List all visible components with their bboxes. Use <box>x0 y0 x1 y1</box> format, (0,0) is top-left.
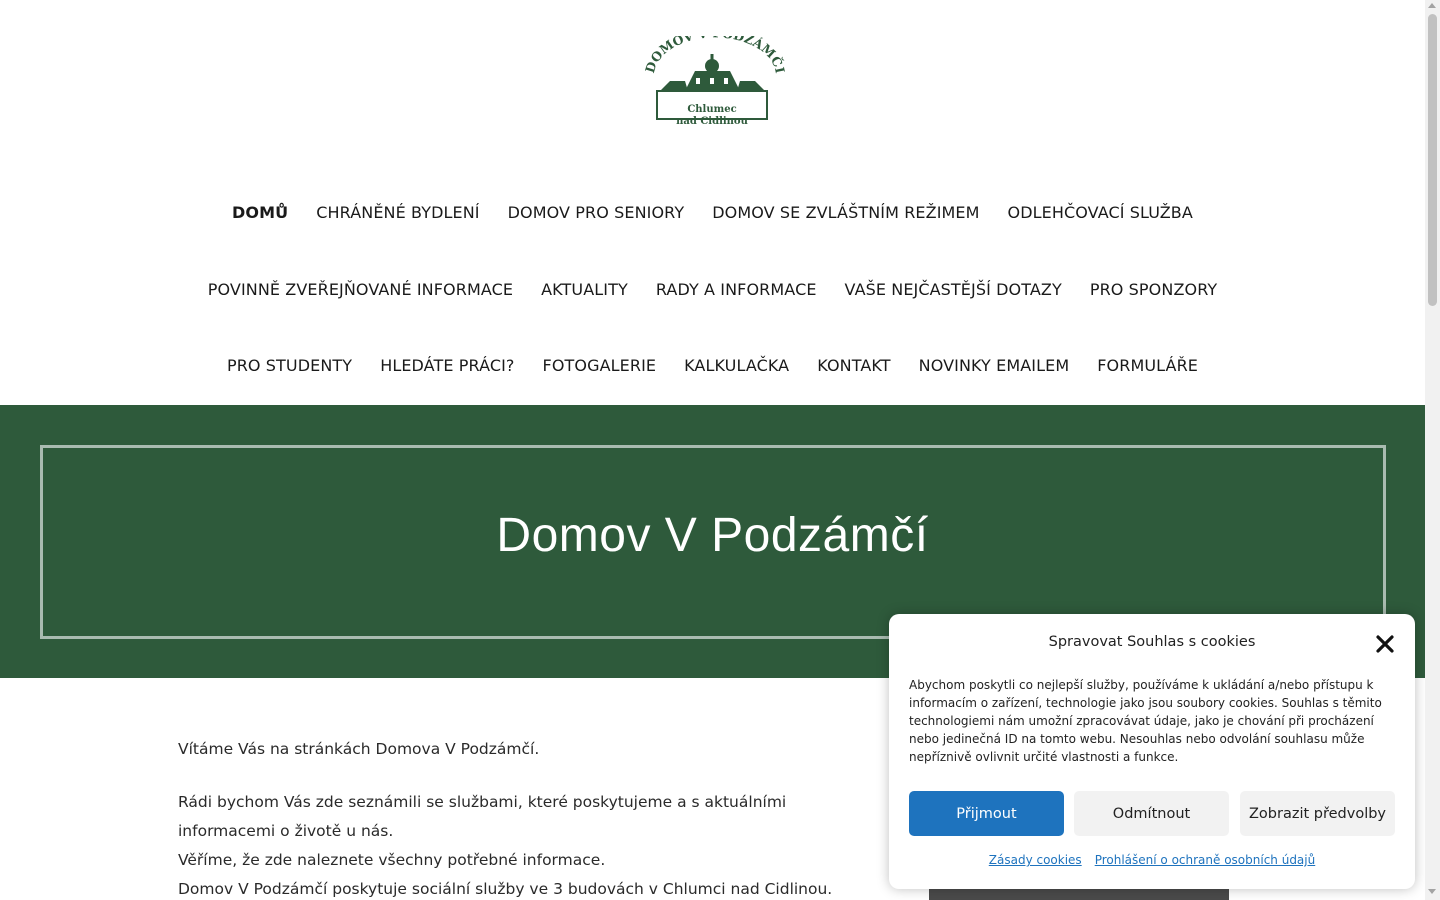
cookie-policy-link[interactable]: Zásady cookies <box>989 853 1082 867</box>
intro-text: Rádi bychom Vás zde seznámili se službam… <box>178 793 787 840</box>
preferences-button[interactable]: Zobrazit předvolby <box>1240 791 1395 836</box>
cookie-links: Zásady cookies Prohlášení o ochraně osob… <box>889 853 1415 867</box>
page-title: Domov V Podzámčí <box>496 509 929 562</box>
logo-line2: nad Cidlinou <box>676 116 748 127</box>
deny-button[interactable]: Odmítnout <box>1074 791 1229 836</box>
nav-item-novinky-emailem[interactable]: NOVINKY EMAILEM <box>919 356 1070 375</box>
scroll-down-arrow-icon[interactable] <box>1428 889 1436 894</box>
nav-item-povinne-zverejnovane-informace[interactable]: POVINNĚ ZVEŘEJŇOVANÉ INFORMACE <box>208 280 513 299</box>
nav-item-domov-pro-seniory[interactable]: DOMOV PRO SENIORY <box>508 203 685 222</box>
scroll-up-arrow-icon[interactable] <box>1428 3 1436 8</box>
nav-item-chranene-bydleni[interactable]: CHRÁNĚNÉ BYDLENÍ <box>316 203 479 222</box>
nav-item-rady-a-informace[interactable]: RADY A INFORMACE <box>656 280 817 299</box>
nav-item-vase-nejcastejsi-dotazy[interactable]: VAŠE NEJČASTĚJŠÍ DOTAZY <box>845 280 1062 299</box>
believe-text: Věříme, že zde naleznete všechny potřebn… <box>178 851 606 869</box>
accept-button[interactable]: Přijmout <box>909 791 1064 836</box>
nav-row-1: DOMŮ CHRÁNĚNÉ BYDLENÍ DOMOV PRO SENIORY … <box>0 203 1425 222</box>
nav-item-domu[interactable]: DOMŮ <box>232 203 288 222</box>
site-logo[interactable]: DOMOV V PODZÁMČÍ Chlumec nad Cidlinou <box>640 36 785 131</box>
nav-item-kalkulacka[interactable]: KALKULAČKA <box>684 356 789 375</box>
scrollbar-thumb[interactable] <box>1428 14 1437 306</box>
page: DOMOV V PODZÁMČÍ Chlumec nad Cidlinou DO… <box>0 0 1425 900</box>
welcome-text: Vítáme Vás na stránkách Domova V Podzámč… <box>178 740 540 758</box>
nav-item-aktuality[interactable]: AKTUALITY <box>541 280 628 299</box>
scrollbar[interactable] <box>1425 0 1440 900</box>
nav-item-kontakt[interactable]: KONTAKT <box>817 356 890 375</box>
logo-line1: Chlumec <box>687 104 736 115</box>
nav-item-domov-se-zvlastnim-rezimem[interactable]: DOMOV SE ZVLÁŠTNÍM REŽIMEM <box>712 203 979 222</box>
nav-item-odlehcovaci-sluzba[interactable]: ODLEHČOVACÍ SLUŽBA <box>1008 203 1193 222</box>
nav-item-hledate-praci[interactable]: HLEDÁTE PRÁCI? <box>380 356 514 375</box>
nav-item-fotogalerie[interactable]: FOTOGALERIE <box>543 356 657 375</box>
main-content: Vítáme Vás na stránkách Domova V Podzámč… <box>178 735 858 900</box>
cookie-dialog-title: Spravovat Souhlas s cookies <box>1048 634 1256 650</box>
nav-item-pro-studenty[interactable]: PRO STUDENTY <box>227 356 352 375</box>
cookie-consent-dialog: Spravovat Souhlas s cookies Abychom posk… <box>889 614 1415 889</box>
privacy-statement-link[interactable]: Prohlášení o ochraně osobních údajů <box>1095 853 1316 867</box>
nav-row-3: PRO STUDENTY HLEDÁTE PRÁCI? FOTOGALERIE … <box>0 356 1425 375</box>
close-icon[interactable] <box>1373 632 1397 656</box>
cookie-dialog-text: Abychom poskytli co nejlepší služby, pou… <box>909 678 1382 764</box>
nav-row-2: POVINNĚ ZVEŘEJŇOVANÉ INFORMACE AKTUALITY… <box>0 280 1425 299</box>
nav-item-formulare[interactable]: FORMULÁŘE <box>1097 356 1198 375</box>
nav-item-pro-sponzory[interactable]: PRO SPONZORY <box>1090 280 1217 299</box>
services-text: Domov V Podzámčí poskytuje sociální služ… <box>178 880 833 898</box>
